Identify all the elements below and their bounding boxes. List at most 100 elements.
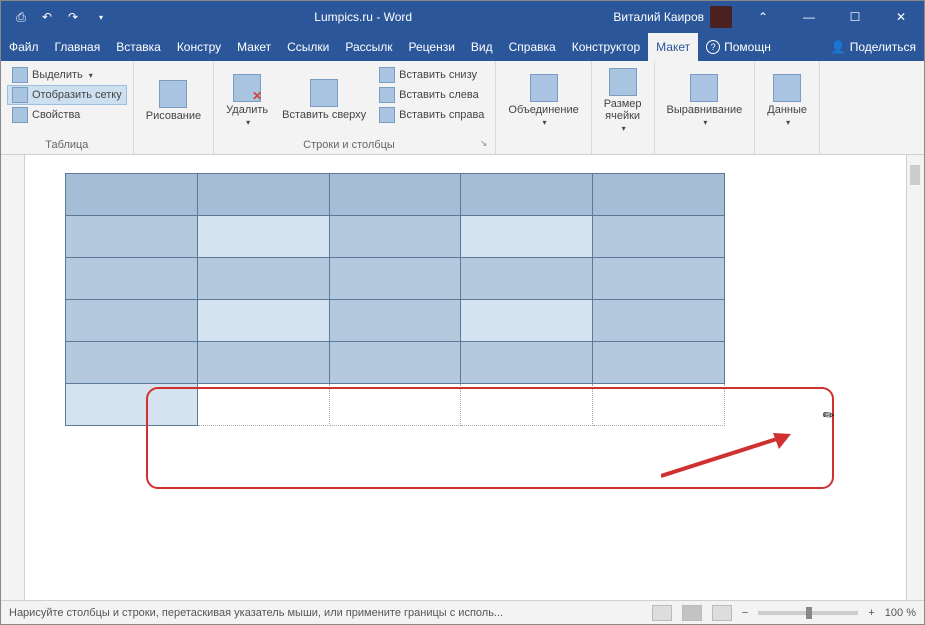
- qat-customize-icon[interactable]: ▾: [93, 9, 109, 25]
- status-bar: Нарисуйте столбцы и строки, перетаскивая…: [1, 600, 924, 624]
- zoom-level[interactable]: 100 %: [885, 607, 916, 619]
- view-read-mode[interactable]: [652, 605, 672, 621]
- table-cell[interactable]: [197, 258, 329, 300]
- table-cell[interactable]: [66, 174, 198, 216]
- group-draw: Рисование: [134, 61, 214, 154]
- document-area: [1, 155, 924, 600]
- table-cell[interactable]: [66, 300, 198, 342]
- data-icon: [773, 74, 801, 102]
- title-bar: ⎙ ↶ ↷ ▾ Lumpics.ru - Word Виталий Каиров…: [1, 1, 924, 33]
- cell-size-button[interactable]: Размерячейки▾: [598, 65, 648, 136]
- table-cell[interactable]: [329, 300, 461, 342]
- tab-home[interactable]: Главная: [47, 33, 109, 61]
- draw-table-icon: [159, 80, 187, 108]
- redo-icon[interactable]: ↷: [65, 9, 81, 25]
- table-cell[interactable]: [593, 216, 725, 258]
- tab-help[interactable]: Справка: [501, 33, 564, 61]
- document-canvas[interactable]: [25, 155, 906, 600]
- table-cell[interactable]: [461, 300, 593, 342]
- table-cell[interactable]: [593, 342, 725, 384]
- zoom-out-button[interactable]: −: [742, 607, 748, 619]
- table-cell[interactable]: [461, 216, 593, 258]
- table-cell[interactable]: [329, 174, 461, 216]
- insert-above-button[interactable]: Вставить сверху: [276, 65, 372, 136]
- close-button[interactable]: ✕: [878, 1, 924, 33]
- tab-page-layout[interactable]: Макет: [229, 33, 279, 61]
- data-button[interactable]: Данные▾: [761, 65, 813, 136]
- alignment-icon: [690, 74, 718, 102]
- insert-above-icon: [310, 79, 338, 107]
- table-cell[interactable]: [197, 216, 329, 258]
- tab-table-design[interactable]: Конструктор: [564, 33, 648, 61]
- alignment-button[interactable]: Выравнивание▾: [661, 65, 749, 136]
- table-cell[interactable]: [593, 174, 725, 216]
- group-data: Данные▾: [755, 61, 820, 154]
- delete-button[interactable]: Удалить▾: [220, 65, 274, 136]
- merge-button[interactable]: Объединение▾: [502, 65, 584, 136]
- table-cell[interactable]: [461, 342, 593, 384]
- share-icon: 👤: [831, 40, 846, 54]
- page: [65, 173, 866, 426]
- group-label-rc: Строки и столбцы: [218, 138, 480, 152]
- insert-below-button[interactable]: Вставить снизу: [374, 65, 489, 85]
- table-cell[interactable]: [593, 384, 725, 426]
- tell-me[interactable]: ?Помощн: [698, 40, 779, 54]
- table-cell[interactable]: [461, 174, 593, 216]
- table-cell[interactable]: [197, 384, 329, 426]
- scrollbar-thumb[interactable]: [910, 165, 920, 185]
- insert-right-button[interactable]: Вставить справа: [374, 105, 489, 125]
- user-account[interactable]: Виталий Каиров: [605, 6, 740, 28]
- app-window: ⎙ ↶ ↷ ▾ Lumpics.ru - Word Виталий Каиров…: [0, 0, 925, 625]
- tab-mailings[interactable]: Рассылк: [337, 33, 400, 61]
- table-cell[interactable]: [329, 342, 461, 384]
- group-rows-columns: Удалить▾ Вставить сверху Вставить снизу …: [214, 61, 496, 154]
- table-cell[interactable]: [593, 258, 725, 300]
- tab-insert[interactable]: Вставка: [108, 33, 169, 61]
- tab-view[interactable]: Вид: [463, 33, 501, 61]
- maximize-button[interactable]: ☐: [832, 1, 878, 33]
- cursor-icon: [12, 67, 28, 83]
- view-print-layout[interactable]: [682, 605, 702, 621]
- table-cell[interactable]: [66, 216, 198, 258]
- zoom-in-button[interactable]: +: [868, 607, 874, 619]
- table-cell[interactable]: [329, 258, 461, 300]
- tab-table-layout[interactable]: Макет: [648, 33, 698, 61]
- zoom-slider[interactable]: [758, 611, 858, 615]
- zoom-slider-knob[interactable]: [806, 607, 812, 619]
- tab-references[interactable]: Ссылки: [279, 33, 337, 61]
- word-table[interactable]: [65, 173, 725, 426]
- rc-dialog-launcher[interactable]: ↘: [480, 138, 492, 152]
- insert-left-button[interactable]: Вставить слева: [374, 85, 489, 105]
- table-cell[interactable]: [329, 384, 461, 426]
- undo-icon[interactable]: ↶: [39, 9, 55, 25]
- ribbon-options-button[interactable]: ⌃: [740, 1, 786, 33]
- table-cell[interactable]: [197, 300, 329, 342]
- tab-review[interactable]: Рецензи: [401, 33, 463, 61]
- tab-design[interactable]: Констру: [169, 33, 229, 61]
- merge-icon: [530, 74, 558, 102]
- tab-file[interactable]: Файл: [1, 33, 47, 61]
- delete-icon: [233, 74, 261, 102]
- table-cell[interactable]: [66, 258, 198, 300]
- minimize-button[interactable]: ―: [786, 1, 832, 33]
- grid-icon: [12, 87, 28, 103]
- properties-button[interactable]: Свойства: [7, 105, 127, 125]
- vertical-scrollbar[interactable]: [906, 155, 924, 600]
- table-row: [66, 174, 725, 216]
- table-cell[interactable]: [66, 384, 198, 426]
- view-web-layout[interactable]: [712, 605, 732, 621]
- draw-table-button[interactable]: Рисование: [140, 65, 207, 136]
- vertical-ruler[interactable]: [1, 155, 25, 600]
- view-gridlines-button[interactable]: Отобразить сетку: [7, 85, 127, 105]
- autosave-icon[interactable]: ⎙: [13, 9, 29, 25]
- user-name: Виталий Каиров: [613, 10, 704, 24]
- table-cell[interactable]: [461, 384, 593, 426]
- table-cell[interactable]: [593, 300, 725, 342]
- table-cell[interactable]: [197, 174, 329, 216]
- table-cell[interactable]: [197, 342, 329, 384]
- table-cell[interactable]: [66, 342, 198, 384]
- share-button[interactable]: 👤Поделиться: [823, 40, 924, 54]
- table-cell[interactable]: [461, 258, 593, 300]
- select-button[interactable]: Выделить▾: [7, 65, 127, 85]
- table-cell[interactable]: [329, 216, 461, 258]
